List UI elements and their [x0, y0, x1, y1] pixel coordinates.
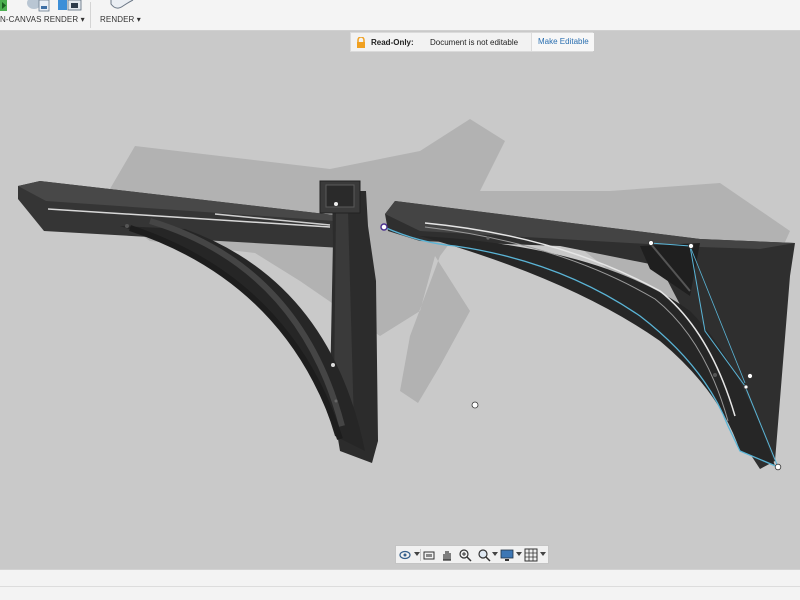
toolbar-separator — [90, 2, 91, 28]
navigation-bar — [395, 545, 549, 564]
read-only-notice: Read-Only: Document is not editable Make… — [350, 32, 594, 52]
in-canvas-render-icon[interactable] — [0, 0, 88, 14]
lock-icon — [357, 37, 365, 48]
bottom-divider — [0, 586, 800, 587]
read-only-message: Document is not editable — [430, 38, 519, 47]
in-canvas-render-group[interactable]: N-CANVAS RENDER ▾ — [0, 0, 88, 30]
display-dropdown-caret[interactable] — [516, 552, 522, 556]
pan-icon[interactable] — [440, 548, 454, 562]
orbit-icon[interactable] — [398, 548, 412, 562]
make-editable-button[interactable]: Make Editable — [531, 33, 594, 51]
model-canvas[interactable] — [0, 31, 800, 569]
origin-point[interactable] — [471, 401, 479, 409]
display-settings-icon[interactable] — [500, 548, 514, 562]
render-icon[interactable] — [107, 0, 147, 12]
fit-window-icon[interactable] — [477, 548, 491, 562]
zoom-dropdown-caret[interactable] — [492, 552, 498, 556]
nav-separator — [420, 549, 421, 561]
canvas-viewport[interactable]: Read-Only: Document is not editable Make… — [0, 31, 800, 569]
render-group[interactable]: RENDER ▾ — [95, 0, 143, 30]
grid-settings-icon[interactable] — [524, 548, 538, 562]
grid-dropdown-caret[interactable] — [540, 552, 546, 556]
bottom-status-bar — [0, 569, 800, 600]
in-canvas-render-label[interactable]: N-CANVAS RENDER ▾ — [0, 15, 85, 24]
render-label[interactable]: RENDER ▾ — [100, 15, 141, 24]
look-at-icon[interactable] — [422, 548, 436, 562]
top-toolbar: N-CANVAS RENDER ▾ RENDER ▾ — [0, 0, 800, 31]
left-bracket[interactable] — [18, 180, 378, 463]
read-only-label: Read-Only: — [371, 38, 414, 47]
zoom-icon[interactable] — [458, 548, 472, 562]
